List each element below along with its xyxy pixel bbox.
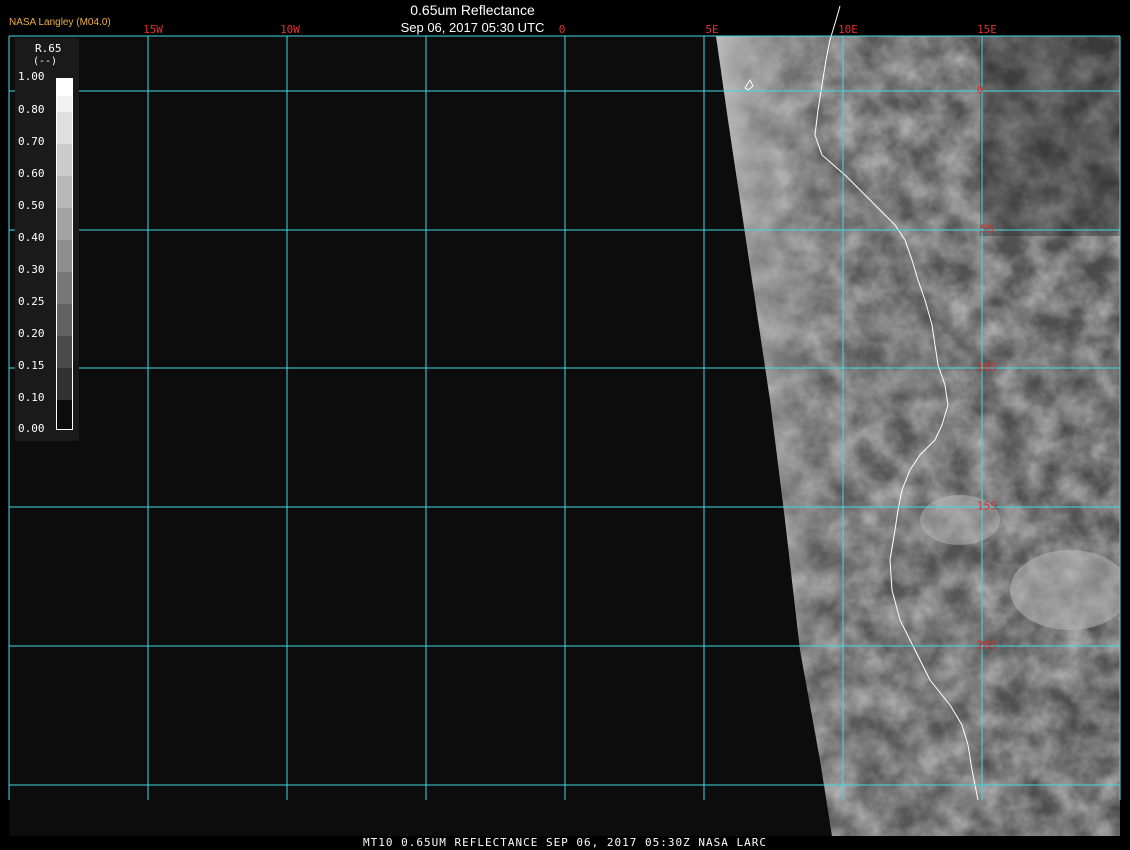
legend-label: 0.00 <box>18 422 45 435</box>
legend-label: 0.25 <box>18 295 45 308</box>
color-legend: R.65 (--) 1.00 0.80 0.70 0.60 0.50 0.40 … <box>15 38 79 441</box>
lat-label: 20S <box>977 638 997 652</box>
legend-label: 1.00 <box>18 70 45 83</box>
timestamp: Sep 06, 2017 05:30 UTC <box>400 20 545 35</box>
legend-label: 0.15 <box>18 359 45 372</box>
legend-label: 0.10 <box>18 391 45 404</box>
lat-label: 10S <box>977 360 997 374</box>
lon-label: 15E <box>977 23 997 36</box>
page-title: 0.65um Reflectance <box>410 2 535 18</box>
legend-label: 0.30 <box>18 263 45 276</box>
legend-label: 0.20 <box>18 327 45 340</box>
legend-unit: (--) <box>33 56 58 67</box>
lat-label: 15S <box>977 499 997 513</box>
legend-label: 0.50 <box>18 199 45 212</box>
legend-label: 0.80 <box>18 103 45 116</box>
legend-title: R.65 <box>35 42 62 55</box>
legend-label: 0.70 <box>18 135 45 148</box>
lat-label: 0 <box>976 83 984 97</box>
lat-label: 5S <box>980 222 994 236</box>
legend-label: 0.60 <box>18 167 45 180</box>
footer-caption: MT10 0.65UM REFLECTANCE SEP 06, 2017 05:… <box>363 836 767 849</box>
legend-colorbar <box>56 78 73 430</box>
satellite-map <box>8 5 1121 836</box>
legend-label: 0.40 <box>18 231 45 244</box>
